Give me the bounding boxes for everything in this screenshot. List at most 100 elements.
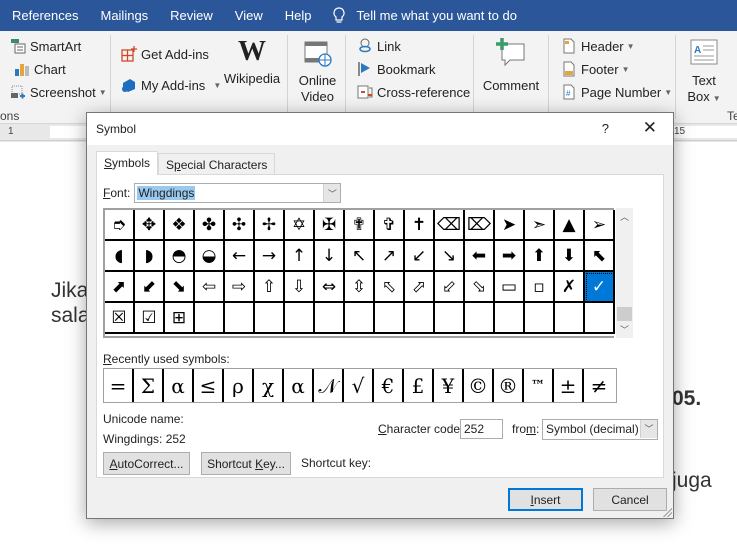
tell-me-search[interactable]: Tell me what you want to do [331,6,517,25]
symbol-cell[interactable]: ↙ [405,241,435,272]
symbol-cell[interactable]: ⬊ [165,272,195,303]
symbol-cell[interactable]: ✝ [405,210,435,241]
symbol-cell[interactable]: ➡ [495,241,525,272]
symbol-cell[interactable]: ✥ [135,210,165,241]
symbol-cell[interactable]: ↖ [345,241,375,272]
symbol-cell[interactable]: ⌫ [435,210,465,241]
recent-symbol[interactable]: ¥ [434,369,464,402]
recent-symbol[interactable]: = [104,369,134,402]
symbol-cell[interactable]: ⇦ [195,272,225,303]
header-button[interactable]: Header ▼ [561,38,635,54]
close-button[interactable]: ✕ [643,118,657,138]
symbol-cell[interactable]: ⬀ [405,272,435,303]
symbol-cell[interactable]: ← [225,241,255,272]
symbol-cell[interactable]: ⬃ [435,272,465,303]
recent-symbol[interactable]: £ [404,369,434,402]
tab-special-characters[interactable]: Special Characters [158,153,276,175]
scroll-up-icon[interactable]: ︿ [616,208,633,225]
scroll-down-icon[interactable]: ﹀ [616,321,633,338]
symbol-cell[interactable]: ⇩ [285,272,315,303]
symbol-cell[interactable]: ⬆ [525,241,555,272]
tab-references[interactable]: References [0,0,89,31]
symbol-cell[interactable]: ⇧ [255,272,285,303]
symbol-cell[interactable]: ▲ [555,210,585,241]
symbol-cell[interactable]: ◗ [135,241,165,272]
recent-symbol[interactable]: χ [254,369,284,402]
recent-symbol[interactable]: ≠ [584,369,614,402]
text-box-button[interactable]: A Text Box ▼ [684,39,724,107]
recent-symbol[interactable]: α [164,369,194,402]
symbol-cell-selected[interactable]: ✓ [585,272,615,303]
font-select[interactable]: Wingdings ﹀ [134,183,342,203]
autocorrect-button[interactable]: AutoCorrect... [103,452,190,475]
tab-mailings[interactable]: Mailings [89,0,159,31]
tab-symbols[interactable]: Symbols [96,151,159,175]
recent-symbol[interactable]: ® [494,369,524,402]
symbol-cell[interactable]: ❖ [165,210,195,241]
symbol-cell[interactable]: ⬉ [585,241,615,272]
chart-button[interactable]: Chart [14,61,66,77]
smartart-button[interactable]: SmartArt [10,38,81,54]
symbol-cell[interactable]: ⬂ [465,272,495,303]
recent-symbol[interactable]: √ [344,369,374,402]
from-select[interactable]: Symbol (decimal) ﹀ [542,419,658,440]
screenshot-button[interactable]: Screenshot ▼ [10,84,107,100]
tab-review[interactable]: Review [159,0,224,31]
recent-symbol[interactable]: ± [554,369,584,402]
recent-symbol[interactable]: ρ [224,369,254,402]
symbol-cell[interactable]: ➮ [105,210,135,241]
tab-help[interactable]: Help [274,0,323,31]
symbol-cell[interactable]: ⇨ [225,272,255,303]
recent-symbol[interactable]: α [284,369,314,402]
symbol-cell[interactable]: ☑ [135,303,165,334]
symbol-cell[interactable]: ⬅ [465,241,495,272]
recent-symbol[interactable]: ™ [524,369,554,402]
symbol-cell[interactable]: → [255,241,285,272]
symbol-cell[interactable]: ⬁ [375,272,405,303]
symbol-cell[interactable]: ⬇ [555,241,585,272]
cross-reference-button[interactable]: Cross-reference [357,84,470,100]
symbol-cell[interactable]: ✗ [555,272,585,303]
scroll-thumb[interactable] [617,307,632,321]
symbol-cell[interactable]: ✟ [345,210,375,241]
symbol-cell[interactable]: ✠ [315,210,345,241]
symbol-grid-scrollbar[interactable]: ︿ ﹀ [616,208,633,338]
symbol-cell[interactable]: ✣ [225,210,255,241]
recent-symbol[interactable]: Σ [134,369,164,402]
symbol-cell[interactable]: ▫ [525,272,555,303]
symbol-cell[interactable]: ⊞ [165,303,195,334]
symbol-cell[interactable]: ↓ [315,241,345,272]
recent-symbol[interactable]: 𝒩 [314,369,344,402]
symbol-cell[interactable]: ↗ [375,241,405,272]
symbol-cell[interactable]: ⌦ [465,210,495,241]
symbol-cell[interactable]: ▭ [495,272,525,303]
symbol-cell[interactable]: ◖ [105,241,135,272]
symbol-cell[interactable]: ◒ [195,241,225,272]
help-button[interactable]: ? [602,121,609,136]
page-number-button[interactable]: # Page Number ▼ [561,84,672,100]
online-video-button[interactable]: Online Video [295,39,340,105]
cancel-button[interactable]: Cancel [593,488,667,511]
recent-symbol[interactable]: € [374,369,404,402]
wikipedia-button[interactable]: W Wikipedia [222,37,282,87]
link-button[interactable]: Link [357,38,401,54]
symbol-cell[interactable]: ✡ [285,210,315,241]
recent-symbol[interactable]: © [464,369,494,402]
symbol-cell[interactable]: ✞ [375,210,405,241]
chevron-down-icon[interactable]: ﹀ [323,184,341,202]
symbol-cell[interactable]: ⬈ [105,272,135,303]
shortcut-key-button[interactable]: Shortcut Key... [201,452,291,475]
symbol-cell[interactable]: ➣ [525,210,555,241]
symbol-cell[interactable]: ↘ [435,241,465,272]
chevron-down-icon[interactable]: ﹀ [640,420,657,438]
tab-view[interactable]: View [224,0,274,31]
insert-button[interactable]: Insert [508,488,583,511]
resize-grip[interactable] [662,507,672,517]
symbol-cell[interactable]: ◓ [165,241,195,272]
symbol-cell[interactable]: ✤ [195,210,225,241]
symbol-cell[interactable]: ➢ [585,210,615,241]
symbol-cell[interactable]: ☒ [105,303,135,334]
bookmark-button[interactable]: Bookmark [357,61,436,77]
comment-button[interactable]: Comment [480,38,542,94]
symbol-cell[interactable]: ↑ [285,241,315,272]
